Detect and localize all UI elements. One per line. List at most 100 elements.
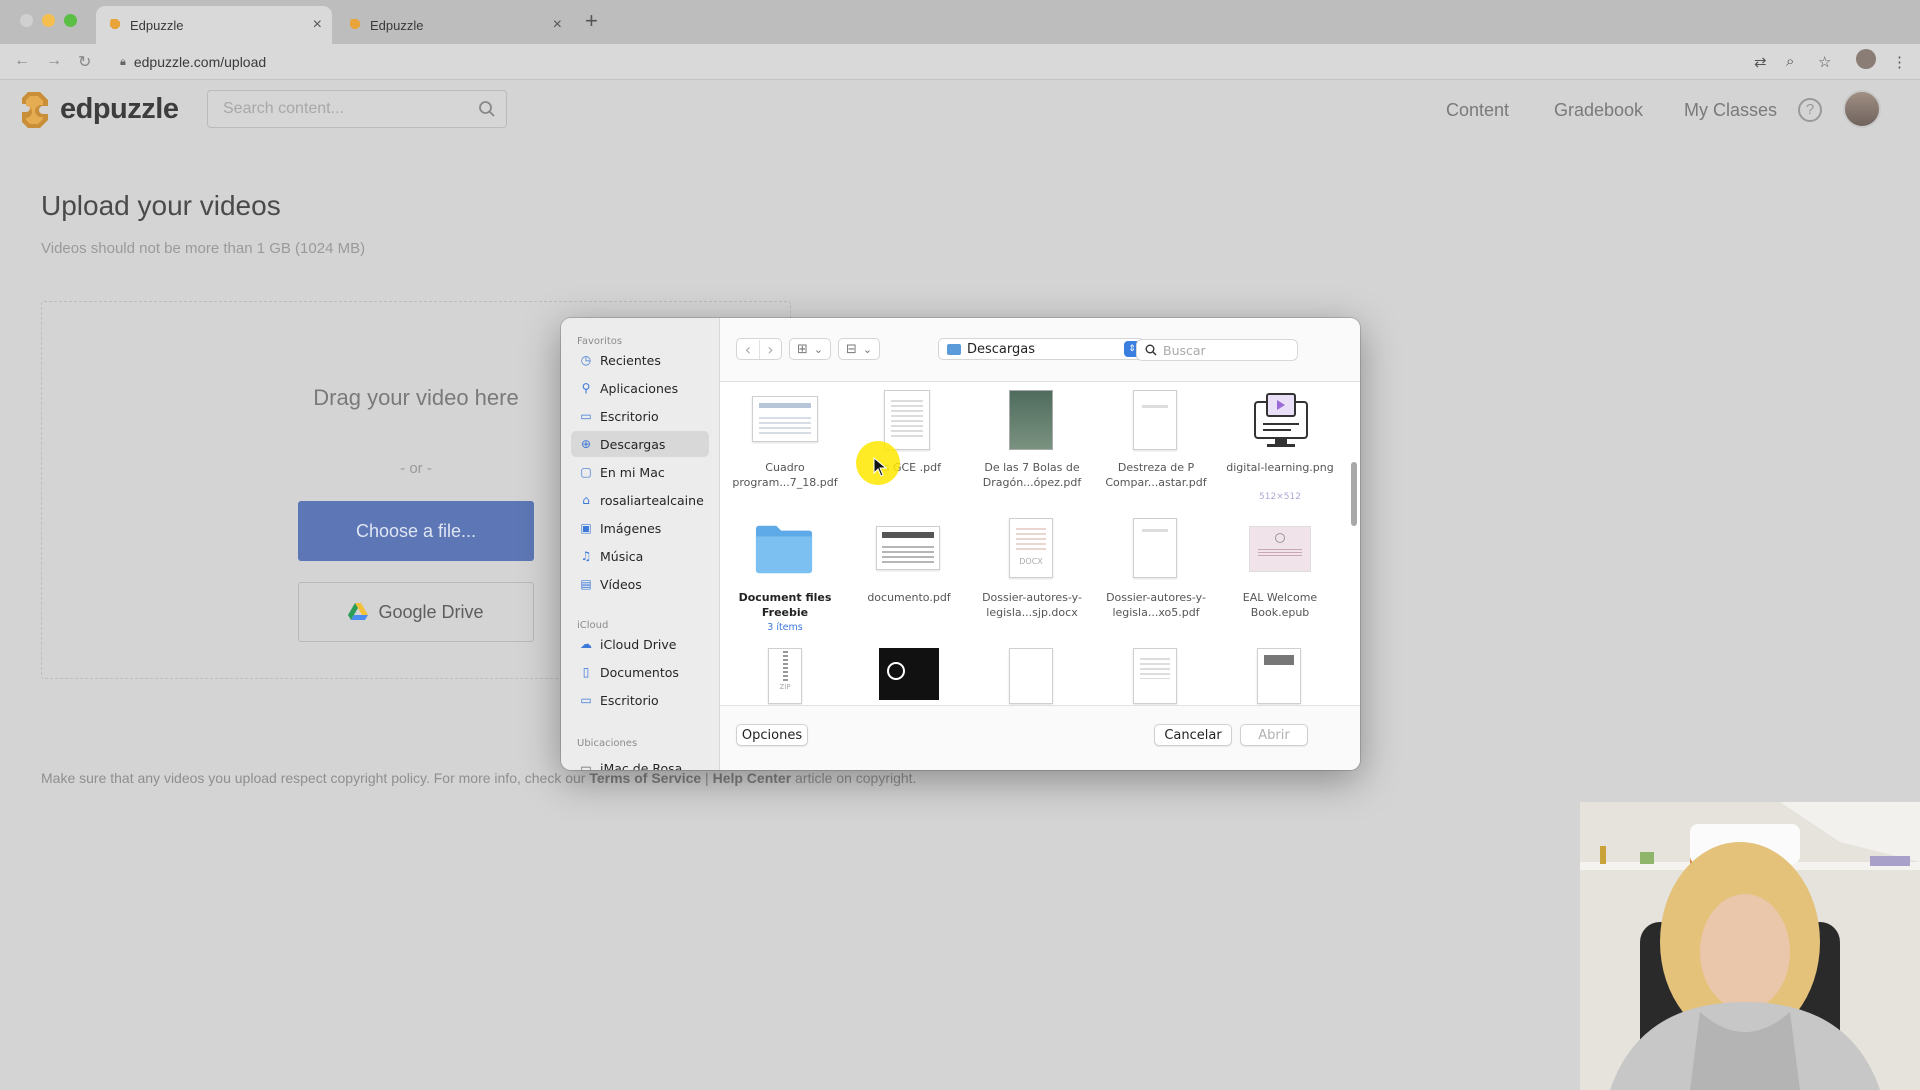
home-icon: ⌂ <box>582 493 590 507</box>
pdf-thumbnail <box>1009 390 1053 450</box>
search-input[interactable] <box>208 91 448 127</box>
translate-icon[interactable]: ⇄ <box>1754 53 1767 71</box>
copyright-note: Make sure that any videos you upload res… <box>41 770 916 786</box>
sidebar-item-descargas[interactable]: ⊕ Descargas <box>571 431 709 457</box>
cancel-button[interactable]: Cancelar <box>1154 724 1232 746</box>
folder-item-count: 3 ítems <box>767 622 803 633</box>
download-icon: ⊕ <box>580 437 592 451</box>
sidebar-item-recientes[interactable]: ◷ Recientes <box>571 347 709 373</box>
edpuzzle-logo[interactable]: edpuzzle <box>20 90 179 128</box>
url-text: edpuzzle.com/upload <box>133 54 267 70</box>
help-icon[interactable]: ? <box>1798 98 1822 122</box>
close-window-icon[interactable] <box>20 14 33 27</box>
presenter-video-image <box>1580 802 1920 1090</box>
sidebar-item-aplicaciones[interactable]: ⚲ Aplicaciones <box>571 375 709 401</box>
docx-thumbnail <box>1133 648 1177 704</box>
options-button[interactable]: Opciones <box>736 724 808 746</box>
minimize-window-icon[interactable] <box>42 14 55 27</box>
image-dimensions: 512×512 <box>1259 492 1301 502</box>
group-by-button[interactable]: ⊟ ⌄ <box>838 338 880 360</box>
pdf-thumbnail <box>1133 518 1177 578</box>
terms-of-service-link[interactable]: Terms of Service <box>589 770 701 786</box>
docx-thumbnail <box>1257 648 1301 704</box>
url-field[interactable]: 🔒︎ edpuzzle.com/upload <box>110 50 1750 74</box>
docx-thumbnail: DOCX <box>1009 518 1053 578</box>
browser-profile-avatar[interactable] <box>1856 49 1876 69</box>
tab-title: Edpuzzle <box>130 17 184 33</box>
sidebar-item-musica[interactable]: ♫ Música <box>571 543 709 569</box>
file-item[interactable] <box>1225 644 1335 704</box>
sidebar-item-icloud-escritorio[interactable]: ▭ Escritorio <box>571 687 709 713</box>
film-icon: ▤ <box>580 577 592 591</box>
choose-file-button[interactable]: Choose a file... <box>298 501 534 561</box>
chevron-down-icon: ⌄ <box>862 342 873 356</box>
webcam-overlay <box>1580 802 1920 1090</box>
file-item[interactable]: ZIP <box>730 644 840 704</box>
icon-view-icon: ⊞ <box>797 341 808 357</box>
file-item[interactable]: EAL Welcome Book.epub <box>1225 512 1335 622</box>
sidebar-item-home[interactable]: ⌂ rosaliartealcaine <box>571 487 709 513</box>
file-name: Destreza de P Compar...astar.pdf <box>1105 461 1207 489</box>
file-item[interactable]: De las 7 Bolas de Dragón...ópez.pdf <box>977 382 1087 492</box>
nav-gradebook[interactable]: Gradebook <box>1554 100 1643 121</box>
current-folder-label: Descargas <box>967 341 1036 357</box>
dialog-forward-button[interactable]: › <box>759 339 781 359</box>
sidebar-item-videos[interactable]: ▤ Vídeos <box>571 571 709 597</box>
help-center-link[interactable]: Help Center <box>713 770 792 786</box>
view-mode-button[interactable]: ⊞ ⌄ <box>789 338 831 360</box>
folder-icon: ▢ <box>580 465 592 479</box>
forward-icon[interactable]: → <box>46 52 62 70</box>
file-name: digital-learning.png <box>1226 461 1334 474</box>
pdf-thumbnail <box>884 390 930 450</box>
browser-tab-2[interactable]: Edpuzzle × <box>336 6 572 44</box>
sidebar-item-documentos[interactable]: ▯ Documentos <box>571 659 709 685</box>
folder-popup[interactable]: Descargas ⇕ <box>938 338 1144 360</box>
pdf-thumbnail <box>876 526 940 570</box>
sidebar-item-en-mi-mac[interactable]: ▢ En mi Mac <box>571 459 709 485</box>
file-item[interactable]: digital-learning.png 512×512 <box>1225 382 1335 507</box>
browser-tabstrip: Edpuzzle × Edpuzzle × + <box>0 0 1920 44</box>
file-item[interactable] <box>977 644 1087 704</box>
file-item[interactable]: Cuadro program...7_18.pdf <box>730 382 840 492</box>
file-item[interactable]: Destreza de P Compar...astar.pdf <box>1101 382 1211 492</box>
bookmark-star-icon[interactable]: ☆ <box>1818 53 1831 71</box>
sidebar-item-label: iCloud Drive <box>600 636 677 652</box>
music-icon: ♫ <box>580 549 592 563</box>
close-tab-icon[interactable]: × <box>553 16 562 34</box>
file-item[interactable] <box>854 644 964 704</box>
address-bar: ← → ↻ 🔒︎ edpuzzle.com/upload ⇄ ⌕ ☆ ⋮ <box>0 44 1920 80</box>
close-tab-icon[interactable]: × <box>313 16 322 34</box>
file-item[interactable]: DOCX Dossier-autores-y-legisla...sjp.doc… <box>977 512 1087 622</box>
sidebar-item-escritorio[interactable]: ▭ Escritorio <box>571 403 709 429</box>
search-icon[interactable] <box>478 100 496 118</box>
sidebar-item-imagenes[interactable]: ▣ Imágenes <box>571 515 709 541</box>
nav-my-classes[interactable]: My Classes <box>1684 100 1777 121</box>
file-item[interactable]: documento.pdf <box>854 512 964 622</box>
browser-tab-1[interactable]: Edpuzzle × <box>96 6 332 44</box>
group-view-icon: ⊟ <box>846 341 857 357</box>
new-tab-button[interactable]: + <box>585 8 598 34</box>
nav-content[interactable]: Content <box>1446 100 1509 121</box>
file-grid-scrollbar[interactable] <box>1351 462 1357 526</box>
edpuzzle-favicon-icon <box>110 19 120 29</box>
search-box[interactable] <box>207 90 507 128</box>
dialog-back-button[interactable]: ‹ <box>737 340 759 359</box>
computer-icon: ▭ <box>580 761 592 770</box>
browser-menu-icon[interactable]: ⋮ <box>1892 53 1907 71</box>
folder-item[interactable]: Document files Freebie 3 ítems <box>730 512 840 637</box>
user-avatar[interactable] <box>1843 90 1881 128</box>
google-drive-button[interactable]: Google Drive <box>298 582 534 642</box>
file-item[interactable] <box>1101 644 1211 704</box>
open-button[interactable]: Abrir <box>1240 724 1308 746</box>
maximize-window-icon[interactable] <box>64 14 77 27</box>
zoom-icon[interactable]: ⌕ <box>1786 53 1794 70</box>
finder-search-box[interactable] <box>1136 339 1298 361</box>
back-icon[interactable]: ← <box>14 52 30 70</box>
finder-search-input[interactable] <box>1163 342 1283 358</box>
reload-icon[interactable]: ↻ <box>78 52 91 72</box>
sidebar-item-icloud-drive[interactable]: ☁ iCloud Drive <box>571 631 709 657</box>
file-item[interactable]: Dossier-autores-y-legisla...xo5.pdf <box>1101 512 1211 622</box>
google-drive-label: Google Drive <box>378 601 484 622</box>
digital-learning-image-icon <box>1254 393 1308 447</box>
sidebar-item-imac[interactable]: ▭ iMac de Rosa <box>571 755 709 771</box>
